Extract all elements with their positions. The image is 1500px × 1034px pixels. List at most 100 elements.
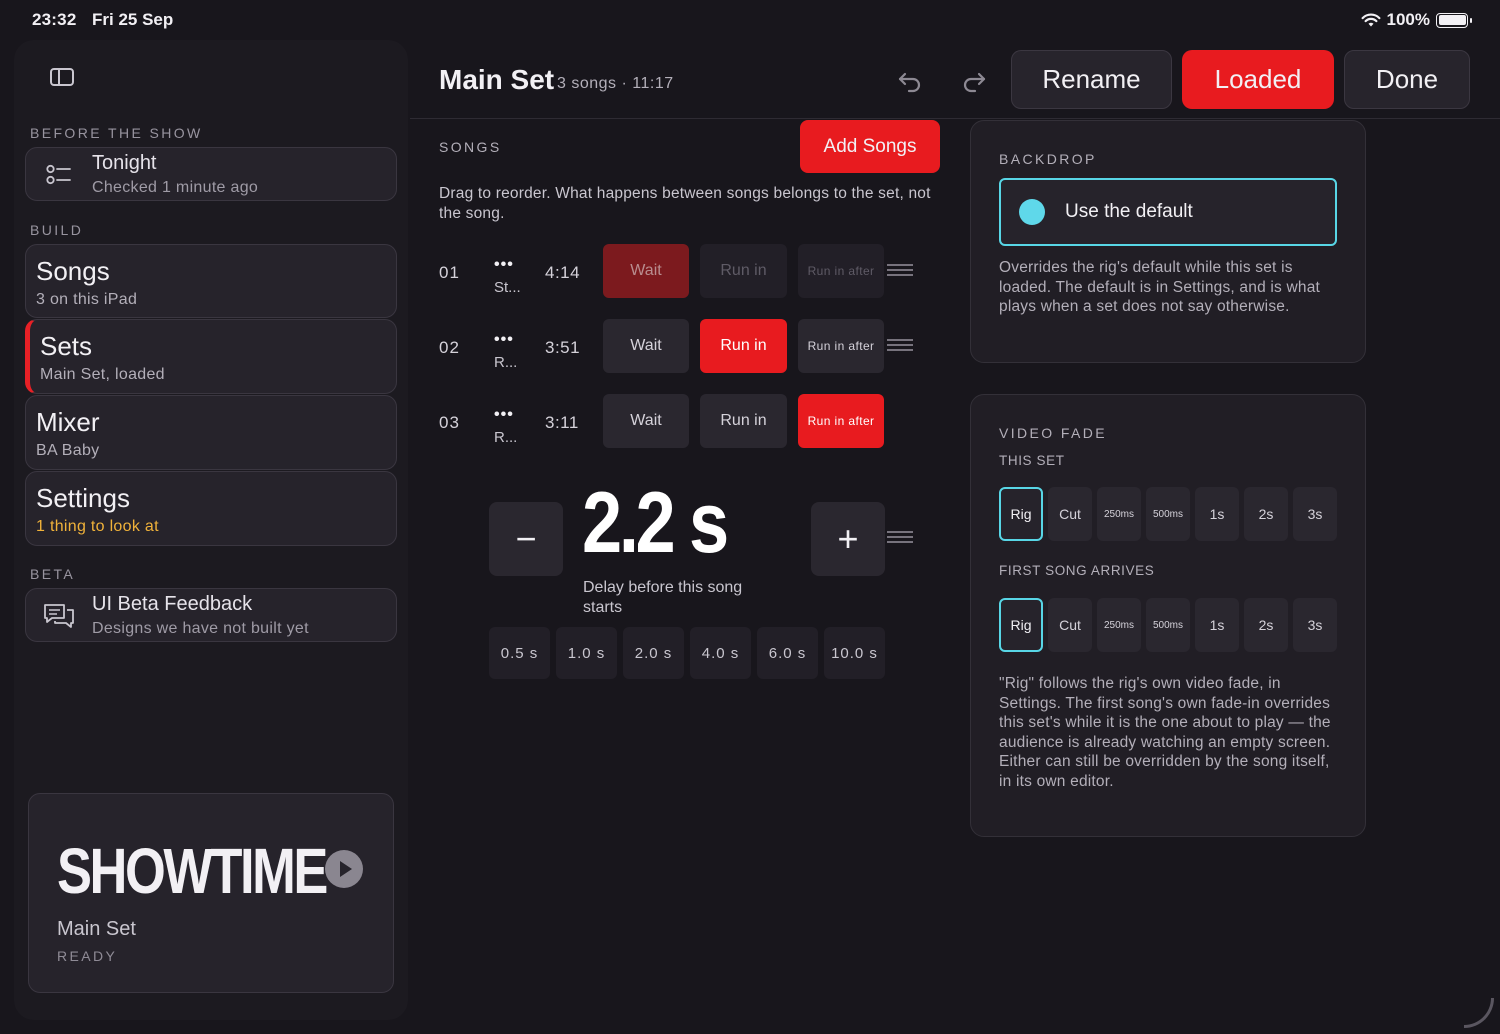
sidebar-item-title: Sets <box>40 331 93 361</box>
transition-wait-button[interactable]: Wait <box>603 319 689 373</box>
feedback-bubbles-icon <box>44 604 74 628</box>
sidebar-toggle-icon[interactable] <box>50 68 74 86</box>
section-label-before-show: BEFORE THE SHOW <box>30 125 203 141</box>
undo-icon[interactable] <box>896 66 924 94</box>
fade-option-2s[interactable]: 2s <box>1244 487 1288 541</box>
sidebar-item-mixer[interactable]: Mixer BA Baby <box>25 395 397 470</box>
fade-option-rig[interactable]: Rig <box>999 487 1043 541</box>
delay-preset-button[interactable]: 6.0 s <box>757 627 818 679</box>
backdrop-help-text: Overrides the rig's default while this s… <box>999 259 1321 315</box>
this-set-label: THIS SET <box>999 453 1065 468</box>
transition-run-in-button[interactable]: Run in <box>700 244 787 298</box>
fade-option-2s[interactable]: 2s <box>1244 598 1288 652</box>
delay-increase-button[interactable]: + <box>811 502 885 576</box>
sidebar-item-tonight[interactable]: Tonight Checked 1 minute ago <box>25 147 397 201</box>
fade-option-rig[interactable]: Rig <box>999 598 1043 652</box>
fade-option-cut[interactable]: Cut <box>1048 598 1092 652</box>
done-button[interactable]: Done <box>1344 50 1470 109</box>
play-icon[interactable] <box>325 850 363 888</box>
redo-icon[interactable] <box>960 66 988 94</box>
sidebar-item-title: UI Beta Feedback <box>92 593 253 615</box>
transition-run-in-after-button[interactable]: Run in after <box>798 394 884 448</box>
fade-option-3s[interactable]: 3s <box>1293 487 1337 541</box>
section-label-build: BUILD <box>30 222 84 238</box>
sidebar-item-title: Settings <box>36 483 130 513</box>
song-row-name: R... <box>494 354 518 371</box>
song-menu-icon[interactable]: ••• <box>494 256 514 274</box>
battery-icon <box>1436 12 1472 28</box>
backdrop-panel: BACKDROP Use the default Overrides the r… <box>970 120 1366 363</box>
fade-option-1s[interactable]: 1s <box>1195 487 1239 541</box>
fade-option-3s[interactable]: 3s <box>1293 598 1337 652</box>
video-fade-help-text: "Rig" follows the rig's own video fade, … <box>999 675 1331 790</box>
showtime-state: READY <box>57 948 118 964</box>
delay-preset-button[interactable]: 4.0 s <box>690 627 751 679</box>
drag-handle-icon[interactable] <box>887 264 913 276</box>
checklist-icon <box>46 164 71 185</box>
drag-handle-icon[interactable] <box>887 339 913 351</box>
fade-option-500ms[interactable]: 500ms <box>1146 487 1190 541</box>
delay-preset-button[interactable]: 2.0 s <box>623 627 684 679</box>
fade-option-cut[interactable]: Cut <box>1048 487 1092 541</box>
transition-run-in-after-button[interactable]: Run in after <box>798 244 884 298</box>
fade-option-500ms[interactable]: 500ms <box>1146 598 1190 652</box>
backdrop-default-option[interactable]: Use the default <box>999 178 1337 246</box>
transition-wait-button[interactable]: Wait <box>603 244 689 298</box>
delay-caption: Delay before this song starts <box>583 579 743 616</box>
song-menu-icon[interactable]: ••• <box>494 406 514 424</box>
sidebar-item-beta-feedback[interactable]: UI Beta Feedback Designs we have not bui… <box>25 588 397 642</box>
song-row-duration: 4:14 <box>545 263 581 282</box>
sidebar-item-sub: Designs we have not built yet <box>92 620 309 637</box>
status-date: Fri 25 Sep <box>92 10 174 29</box>
rename-button[interactable]: Rename <box>1011 50 1172 109</box>
sidebar-item-sub: 3 on this iPad <box>36 291 138 308</box>
song-row-duration: 3:11 <box>545 413 579 432</box>
sidebar-item-title: Tonight <box>92 152 157 174</box>
loaded-button[interactable]: Loaded <box>1182 50 1334 109</box>
sidebar-item-settings[interactable]: Settings 1 thing to look at <box>25 471 397 546</box>
drag-handle-icon[interactable] <box>887 531 913 543</box>
sidebar-item-warning: 1 thing to look at <box>36 518 159 535</box>
fade-option-250ms[interactable]: 250ms <box>1097 598 1141 652</box>
showtime-title: SHOWTIME <box>57 835 328 907</box>
video-fade-label: VIDEO FADE <box>999 425 1108 441</box>
songs-help-text: Drag to reorder. What happens between so… <box>439 185 931 222</box>
song-row-number: 01 <box>439 263 460 282</box>
page-title: Main Set <box>439 64 555 95</box>
transition-run-in-button[interactable]: Run in <box>700 394 787 448</box>
backdrop-option-label: Use the default <box>1065 201 1193 222</box>
set-meta: 3 songs · 11:17 <box>557 75 674 92</box>
battery-percent: 100% <box>1386 10 1430 29</box>
delay-value: 2.2 s <box>582 475 729 571</box>
song-row-number: 03 <box>439 413 460 432</box>
delay-decrease-button[interactable]: − <box>489 502 563 576</box>
song-row-name: St... <box>494 279 521 296</box>
status-time: 23:32 <box>32 10 77 29</box>
radio-selected-icon <box>1019 199 1045 225</box>
transition-run-in-button[interactable]: Run in <box>700 319 787 373</box>
song-menu-icon[interactable]: ••• <box>494 331 514 349</box>
add-songs-button[interactable]: Add Songs <box>800 120 940 173</box>
showtime-card[interactable]: SHOWTIME Main Set READY <box>28 793 394 993</box>
delay-preset-button[interactable]: 0.5 s <box>489 627 550 679</box>
showtime-set-name: Main Set <box>57 918 136 940</box>
song-row-number: 02 <box>439 338 460 357</box>
header-divider <box>410 118 1500 119</box>
section-label-beta: BETA <box>30 566 76 582</box>
video-fade-panel: VIDEO FADE THIS SET Rig Cut 250ms 500ms … <box>970 394 1366 837</box>
backdrop-label: BACKDROP <box>999 151 1097 167</box>
transition-wait-button[interactable]: Wait <box>603 394 689 448</box>
fade-option-250ms[interactable]: 250ms <box>1097 487 1141 541</box>
sidebar-item-sets[interactable]: Sets Main Set, loaded <box>25 319 397 394</box>
song-row-duration: 3:51 <box>545 338 581 357</box>
delay-preset-button[interactable]: 10.0 s <box>824 627 885 679</box>
first-song-label: FIRST SONG ARRIVES <box>999 563 1155 578</box>
delay-preset-button[interactable]: 1.0 s <box>556 627 617 679</box>
sidebar-item-songs[interactable]: Songs 3 on this iPad <box>25 244 397 318</box>
song-row-name: R... <box>494 429 518 446</box>
sidebar: BEFORE THE SHOW Tonight Checked 1 minute… <box>14 40 408 1020</box>
status-indicators: 100% <box>1361 10 1472 30</box>
transition-run-in-after-button[interactable]: Run in after <box>798 319 884 373</box>
fade-option-1s[interactable]: 1s <box>1195 598 1239 652</box>
sidebar-item-sub: Main Set, loaded <box>40 366 165 383</box>
